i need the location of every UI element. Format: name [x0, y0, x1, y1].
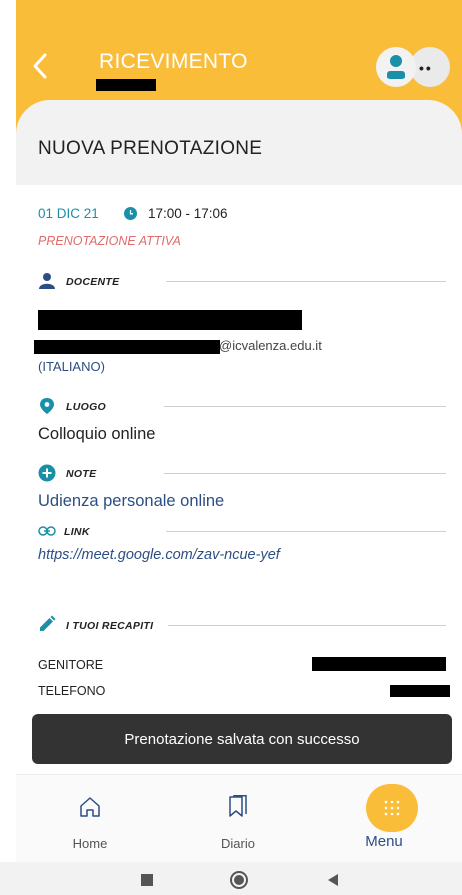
more-icon: •• — [419, 60, 433, 76]
tab-menu-label: Menu — [365, 833, 403, 850]
triangle-back-icon[interactable] — [327, 874, 339, 886]
tab-diary-label: Diario — [221, 836, 255, 851]
bookmark-icon — [229, 795, 247, 817]
system-nav-bar — [0, 862, 462, 895]
title-sheet: NUOVA PRENOTAZIONE — [16, 100, 462, 185]
pencil-icon — [40, 615, 56, 631]
circle-home-icon[interactable] — [230, 871, 248, 889]
user-avatar-icon — [387, 55, 405, 79]
location-icon — [40, 398, 54, 414]
place-value: Colloquio online — [38, 425, 156, 443]
notes-section-label: NOTE — [66, 468, 97, 480]
page-title: NUOVA PRENOTAZIONE — [38, 138, 263, 159]
tab-menu[interactable]: Menu — [314, 775, 462, 863]
parent-label: GENITORE — [38, 658, 104, 672]
grid-icon — [384, 800, 400, 816]
appointment-time: 17:00 - 17:06 — [148, 206, 228, 221]
snackbar-message: Prenotazione salvata con successo — [124, 730, 360, 748]
redacted-teacher-name — [38, 310, 302, 330]
menu-fab[interactable] — [366, 784, 418, 832]
stop-icon[interactable] — [141, 874, 153, 886]
divider — [164, 473, 446, 474]
tab-diary[interactable]: Diario — [164, 775, 312, 863]
snackbar: Prenotazione salvata con successo — [32, 714, 452, 764]
clock-icon — [124, 207, 137, 220]
redacted-phone — [390, 685, 450, 697]
teacher-subject: (ITALIANO) — [38, 359, 105, 374]
tab-home[interactable]: Home — [16, 775, 164, 863]
appointment-date: 01 DIC 21 — [38, 206, 99, 221]
phone-label: TELEFONO — [38, 684, 106, 698]
home-icon — [80, 797, 100, 817]
divider — [164, 406, 446, 407]
link-section-label: LINK — [64, 526, 90, 538]
booking-details: 01 DIC 21 17:00 - 17:06 PRENOTAZIONE ATT… — [16, 185, 462, 770]
person-icon — [39, 273, 55, 289]
teacher-email-domain: @icvalenza.edu.it — [219, 338, 322, 353]
bottom-tab-bar: Home Diario Menu — [16, 774, 462, 862]
place-section-label: LUOGO — [66, 401, 106, 413]
redacted-email — [34, 340, 220, 354]
meeting-link[interactable]: https://meet.google.com/zav-ncue-yef — [38, 547, 280, 563]
account-switcher[interactable]: •• — [376, 47, 452, 87]
link-icon — [38, 526, 56, 536]
notes-value: Udienza personale online — [38, 492, 225, 510]
divider — [168, 625, 446, 626]
tab-home-label: Home — [72, 836, 108, 851]
plus-circle-icon — [38, 464, 56, 482]
more-button[interactable]: •• — [410, 47, 450, 87]
divider — [166, 281, 446, 282]
header-title: RICEVIMENTO — [99, 50, 248, 73]
teacher-section-label: DOCENTE — [66, 276, 120, 288]
redacted-parent — [312, 657, 446, 671]
back-icon[interactable] — [32, 52, 48, 80]
redacted-subtitle — [96, 79, 156, 91]
status-badge: PRENOTAZIONE ATTIVA — [38, 234, 181, 248]
avatar[interactable] — [376, 47, 416, 87]
divider — [166, 531, 446, 532]
contacts-section-label: I TUOI RECAPITI — [66, 620, 154, 632]
